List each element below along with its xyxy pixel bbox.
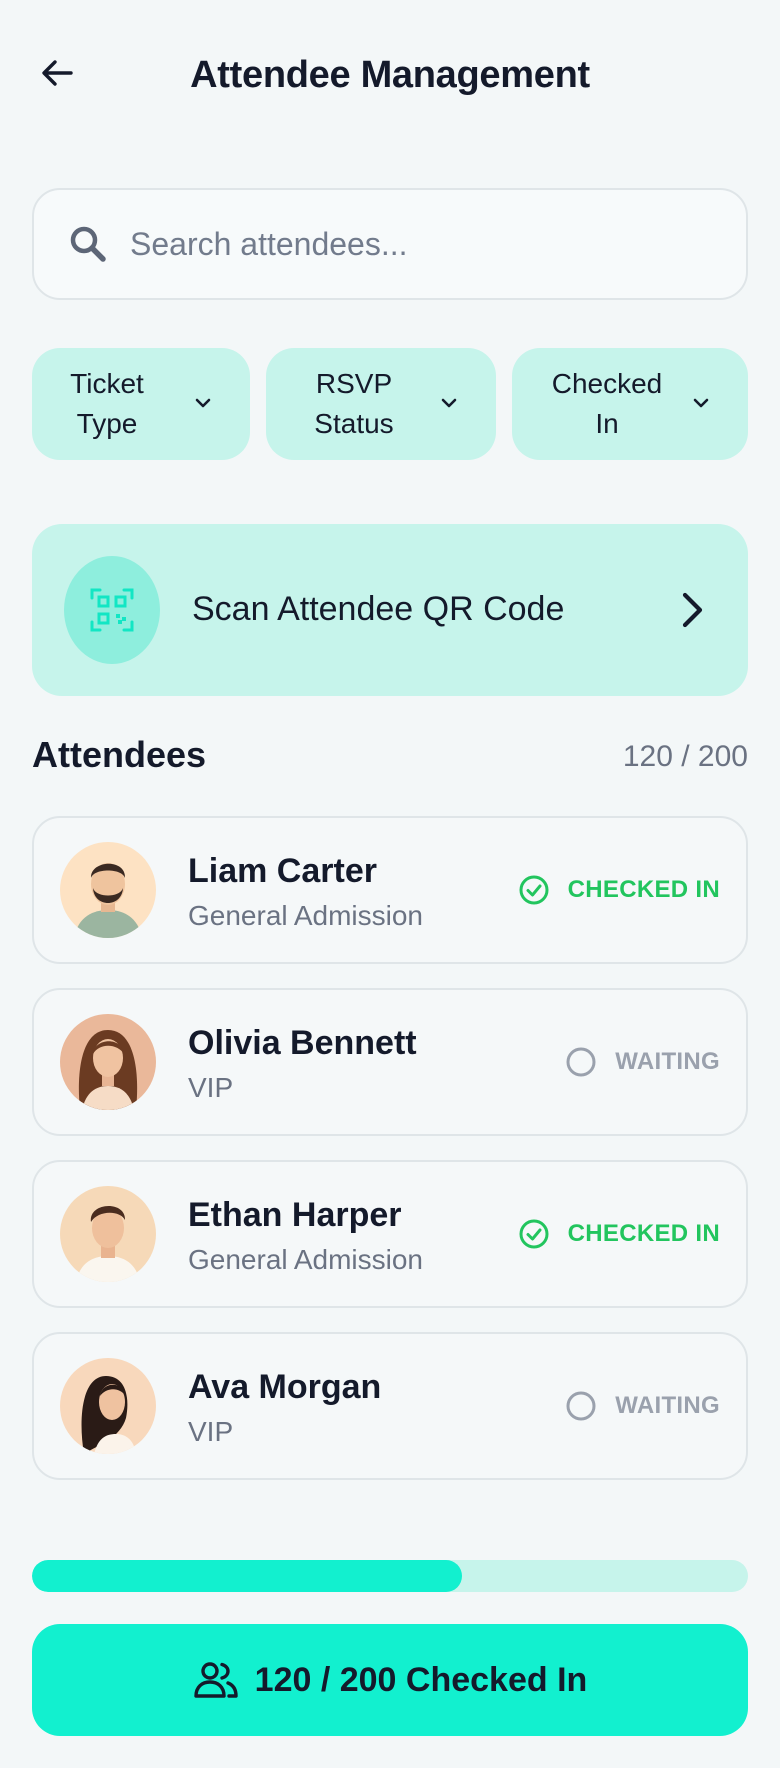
attendee-row[interactable]: Liam Carter General Admission CHECKED IN	[32, 816, 748, 964]
status-label: CHECKED IN	[567, 1220, 720, 1247]
attendee-row[interactable]: Olivia Bennett VIP WAITING	[32, 988, 748, 1136]
attendee-row[interactable]: Ava Morgan VIP WAITING	[32, 1332, 748, 1480]
attendee-ticket: General Admission	[188, 900, 424, 931]
attendees-heading: Attendees	[32, 734, 207, 775]
avatar	[60, 1186, 156, 1282]
status-label: CHECKED IN	[567, 876, 720, 903]
status-label: WAITING	[615, 1048, 720, 1075]
chevron-right-icon	[682, 592, 703, 628]
header: Attendee Management	[0, 0, 780, 160]
status-badge: WAITING	[565, 1046, 720, 1078]
checked-in-summary-label: 120 / 200 Checked In	[254, 1660, 588, 1699]
chevron-down-icon	[441, 398, 457, 408]
filter-checked-in[interactable]: Checked In	[512, 348, 748, 460]
scan-icon-badge	[64, 556, 160, 664]
filter-label: RSVP Status	[314, 368, 394, 439]
status-badge: CHECKED IN	[518, 1218, 720, 1250]
progress-fill	[32, 1560, 462, 1592]
filter-label: Checked In	[551, 368, 663, 439]
attendee-ticket: General Admission	[188, 1244, 424, 1275]
avatar	[60, 1358, 156, 1454]
scan-qr-button[interactable]: Scan Attendee QR Code	[32, 524, 748, 696]
check-circle-icon	[519, 875, 549, 905]
search-input[interactable]	[130, 225, 690, 263]
qr-code-icon	[90, 588, 134, 632]
filter-ticket-type[interactable]: Ticket Type	[32, 348, 250, 460]
page-title: Attendee Management	[190, 54, 590, 96]
users-icon	[193, 1662, 238, 1698]
search-bar[interactable]	[32, 188, 748, 300]
empty-circle-icon	[566, 1391, 596, 1421]
attendees-count: 120 / 200	[622, 740, 748, 773]
chevron-down-icon	[693, 398, 709, 408]
attendee-name: Ethan Harper	[188, 1196, 402, 1234]
avatar	[60, 1014, 156, 1110]
filter-rsvp-status[interactable]: RSVP Status	[266, 348, 496, 460]
filter-label: Ticket Type	[70, 368, 144, 439]
status-badge: WAITING	[565, 1390, 720, 1422]
attendee-row[interactable]: Ethan Harper General Admission CHECKED I…	[32, 1160, 748, 1308]
search-icon	[70, 226, 106, 262]
attendee-ticket: VIP	[188, 1416, 234, 1447]
status-badge: CHECKED IN	[518, 874, 720, 906]
scan-label: Scan Attendee QR Code	[192, 590, 565, 628]
attendee-name: Ava Morgan	[188, 1368, 382, 1406]
empty-circle-icon	[566, 1047, 596, 1077]
attendee-name: Liam Carter	[188, 852, 377, 890]
avatar	[60, 842, 156, 938]
attendee-ticket: VIP	[188, 1072, 234, 1103]
checkin-progress-bar	[32, 1560, 748, 1592]
status-label: WAITING	[615, 1392, 720, 1419]
checked-in-summary-button[interactable]: 120 / 200 Checked In	[32, 1624, 748, 1736]
attendee-name: Olivia Bennett	[188, 1024, 417, 1062]
chevron-down-icon	[195, 398, 211, 408]
check-circle-icon	[519, 1219, 549, 1249]
